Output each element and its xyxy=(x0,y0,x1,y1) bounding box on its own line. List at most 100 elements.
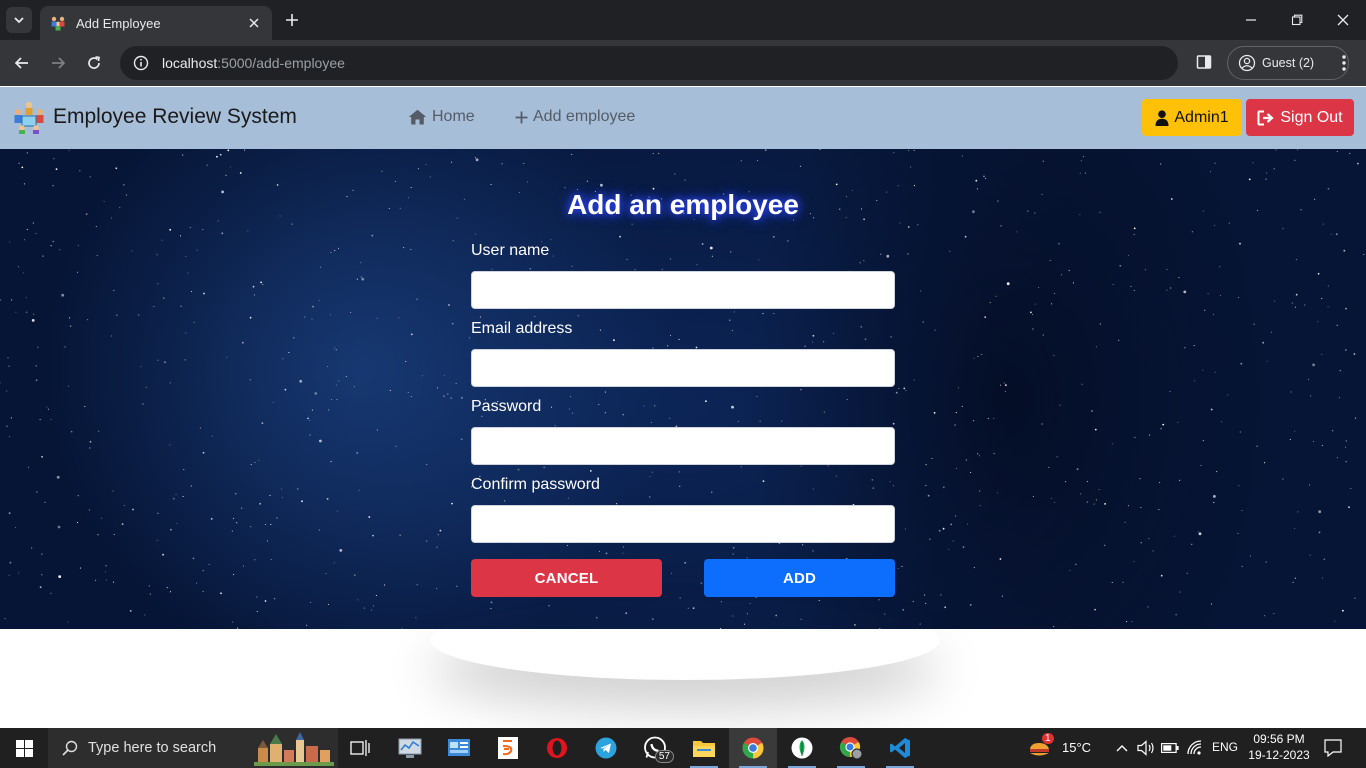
taskbar-app-vscode[interactable] xyxy=(876,728,924,768)
nav-link-home-label: Home xyxy=(432,108,475,125)
new-tab-button[interactable] xyxy=(281,9,303,31)
reload-icon xyxy=(88,56,100,69)
arrow-left-icon xyxy=(14,57,28,69)
language-indicator[interactable]: ENG xyxy=(1212,740,1238,754)
profile-label: Guest (2) xyxy=(1262,56,1315,70)
password-input[interactable] xyxy=(471,427,895,465)
brand[interactable]: Employee Review System xyxy=(12,100,297,134)
admin-button[interactable]: Admin1 xyxy=(1142,99,1242,136)
home-icon xyxy=(408,109,427,125)
password-label: Password xyxy=(471,398,542,415)
chrome-icon xyxy=(742,737,764,759)
arrow-right-icon xyxy=(52,57,66,69)
email-input[interactable] xyxy=(471,349,895,387)
card-shadow xyxy=(430,600,940,680)
taskbar-app-monitor[interactable] xyxy=(386,728,434,768)
taskbar-app-file-explorer[interactable] xyxy=(680,728,728,768)
task-view-button[interactable] xyxy=(336,728,384,768)
mongodb-compass-icon xyxy=(791,737,813,759)
username-input[interactable] xyxy=(471,271,895,309)
task-view-icon xyxy=(350,740,370,756)
minimize-button[interactable] xyxy=(1228,0,1274,40)
tab-title: Add Employee xyxy=(76,15,161,31)
battery-button[interactable] xyxy=(1160,738,1180,758)
username-label: User name xyxy=(471,242,550,259)
wifi-icon xyxy=(1187,740,1202,755)
address-bar[interactable]: localhost:5000/add-employee xyxy=(120,46,1178,80)
chevron-down-icon xyxy=(14,17,24,24)
taskbar-app-chrome[interactable] xyxy=(729,728,777,768)
start-button[interactable] xyxy=(0,728,48,768)
kebab-menu-icon xyxy=(1342,55,1346,71)
network-button[interactable] xyxy=(1185,738,1205,758)
weather-widget[interactable]: 1 xyxy=(1018,728,1062,768)
sign-out-icon xyxy=(1257,110,1275,126)
weather-badge: 1 xyxy=(1042,733,1054,744)
search-icon xyxy=(62,740,78,756)
speaker-icon xyxy=(1137,740,1154,756)
confirm-password-label: Confirm password xyxy=(471,476,600,493)
url-path: :5000/add-employee xyxy=(217,55,345,71)
close-icon xyxy=(1337,14,1349,26)
url-host: localhost xyxy=(162,55,218,71)
taskbar-app-chrome-profile[interactable] xyxy=(827,728,875,768)
taskbar-app-control-panel[interactable] xyxy=(435,728,483,768)
app-navbar: Employee Review System Home Add employee… xyxy=(0,87,1366,149)
clock-time: 09:56 PM xyxy=(1253,732,1305,746)
clock-date: 19-12-2023 xyxy=(1248,748,1310,762)
taskbar-app-telegram[interactable] xyxy=(582,728,630,768)
folder-icon xyxy=(693,741,715,757)
vscode-icon xyxy=(890,738,910,758)
telegram-icon xyxy=(595,737,617,759)
tab-close-icon[interactable] xyxy=(246,15,262,31)
cancel-button[interactable]: CANCEL xyxy=(471,559,662,597)
nav-link-home[interactable]: Home xyxy=(408,108,475,126)
add-button[interactable]: ADD xyxy=(704,559,895,597)
resource-monitor-icon xyxy=(398,738,422,758)
page-title: Add an employee xyxy=(567,189,799,220)
user-icon xyxy=(1155,109,1169,126)
back-button[interactable] xyxy=(10,51,34,75)
email-label: Email address xyxy=(471,320,573,337)
restore-icon xyxy=(1291,14,1303,26)
reload-button[interactable] xyxy=(82,51,106,75)
profile-icon xyxy=(1238,54,1256,72)
notifications-button[interactable] xyxy=(1323,738,1343,758)
forward-button[interactable] xyxy=(46,51,70,75)
restore-button[interactable] xyxy=(1274,0,1320,40)
taskbar-app-whatsapp[interactable]: 57 xyxy=(631,728,679,768)
taskbar-app-opera[interactable] xyxy=(533,728,581,768)
confirm-password-input[interactable] xyxy=(471,505,895,543)
taskbar-search[interactable]: Type here to search xyxy=(48,728,338,768)
sign-out-button[interactable]: Sign Out xyxy=(1246,99,1354,136)
windows-taskbar: Type here to search 57 1 15°C ENG 09:56 … xyxy=(0,728,1366,768)
team-logo-icon xyxy=(14,101,44,134)
chevron-up-icon xyxy=(1116,745,1128,752)
sign-out-label: Sign Out xyxy=(1280,108,1343,126)
windows-logo-icon xyxy=(15,739,33,757)
control-panel-icon xyxy=(448,739,470,756)
side-panel-button[interactable] xyxy=(1193,51,1215,73)
taskbar-app-orange[interactable] xyxy=(484,728,532,768)
browser-menu-button[interactable] xyxy=(1334,51,1354,75)
taskbar-app-mongodb[interactable] xyxy=(778,728,826,768)
tab-search-button[interactable] xyxy=(6,7,32,33)
stars-decoration xyxy=(0,149,1365,629)
profile-button[interactable]: Guest (2) xyxy=(1227,46,1349,80)
app-orange-icon xyxy=(498,737,518,759)
temperature-text: 15°C xyxy=(1062,740,1092,755)
side-panel-icon xyxy=(1196,55,1212,69)
brand-name: Employee Review System xyxy=(53,105,297,128)
nav-link-add-employee-label: Add employee xyxy=(533,108,636,125)
volume-button[interactable] xyxy=(1136,738,1156,758)
plus-icon xyxy=(286,14,298,26)
nav-link-add-employee[interactable]: Add employee xyxy=(515,108,635,126)
close-window-button[interactable] xyxy=(1320,0,1366,40)
chrome-profile-icon xyxy=(839,737,863,760)
show-hidden-icons-button[interactable] xyxy=(1112,738,1132,758)
clock[interactable]: 09:56 PM 19-12-2023 xyxy=(1244,731,1314,763)
admin-label: Admin1 xyxy=(1174,108,1229,126)
site-info-icon[interactable] xyxy=(132,54,150,72)
search-placeholder: Type here to search xyxy=(88,740,217,756)
browser-tab[interactable]: Add Employee xyxy=(40,6,272,40)
